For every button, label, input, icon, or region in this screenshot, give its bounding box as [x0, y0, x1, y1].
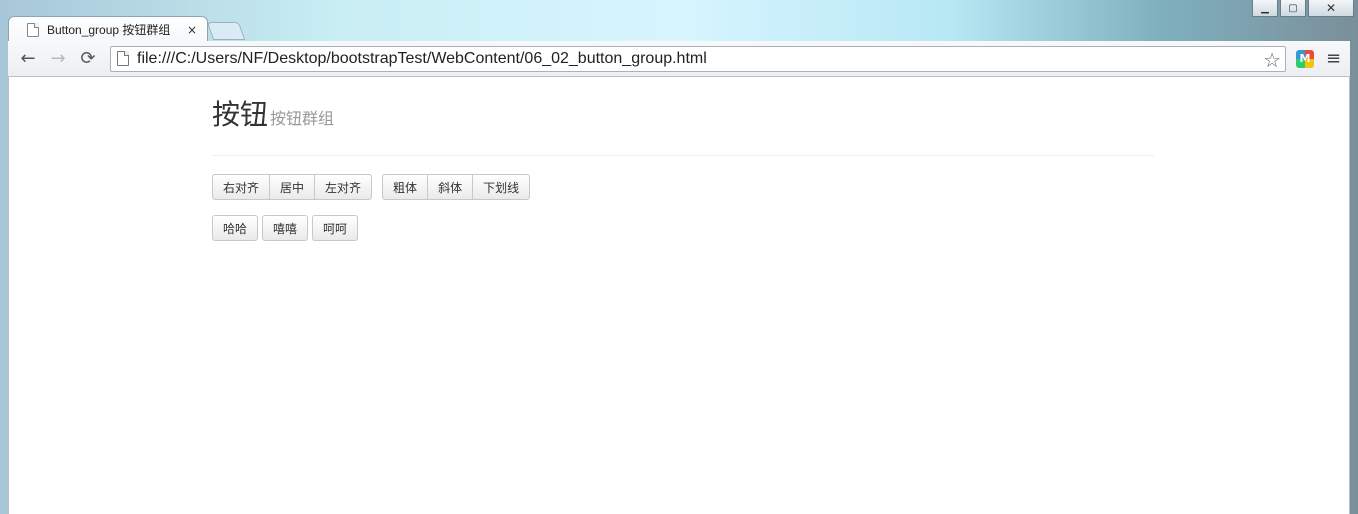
back-button[interactable]: ←: [16, 47, 40, 71]
single-buttons-row: 哈哈 嘻嘻 呵呵: [212, 215, 1154, 241]
document-icon: [27, 22, 39, 37]
browser-toolbar: ← → ⟳ file:///C:/Users/NF/Desktop/bootst…: [8, 41, 1350, 77]
forward-button[interactable]: →: [46, 47, 70, 71]
star-icon[interactable]: ☆: [1263, 48, 1281, 72]
url-text[interactable]: file:///C:/Users/NF/Desktop/bootstrapTes…: [137, 50, 707, 68]
tab-button-group[interactable]: Button_group 按钮群组 ×: [8, 16, 208, 42]
button-toolbar: 右对齐 居中 左对齐 粗体 斜体 下划线: [212, 174, 1154, 200]
window-controls: ▁ ▢ ✕: [1252, 0, 1354, 17]
reload-button[interactable]: ⟳: [76, 47, 100, 71]
xixi-button[interactable]: 嘻嘻: [262, 215, 309, 241]
text-style-button-group: 粗体 斜体 下划线: [382, 174, 531, 200]
page-title: 按钮: [212, 98, 269, 131]
tab-title: Button_group 按钮群组: [47, 23, 171, 37]
page-subtitle: 按钮群组: [270, 109, 335, 128]
new-tab-button[interactable]: [206, 22, 246, 40]
page-icon: [117, 51, 129, 66]
hehe-button[interactable]: 呵呵: [312, 215, 359, 241]
page-header: 按钮 按钮群组: [212, 93, 1154, 156]
italic-button[interactable]: 斜体: [427, 174, 474, 200]
haha-button[interactable]: 哈哈: [212, 215, 259, 241]
maximize-button[interactable]: ▢: [1280, 0, 1306, 17]
align-left-button[interactable]: 左对齐: [314, 174, 373, 200]
bold-button[interactable]: 粗体: [382, 174, 429, 200]
underline-button[interactable]: 下划线: [472, 174, 531, 200]
alignment-button-group: 右对齐 居中 左对齐: [212, 174, 373, 200]
container: 按钮 按钮群组 右对齐 居中 左对齐 粗体 斜体 下划线 哈哈 嘻嘻 呵呵: [212, 77, 1154, 241]
tab-strip: Button_group 按钮群组 ×: [8, 15, 246, 42]
align-center-button[interactable]: 居中: [269, 174, 316, 200]
close-window-button[interactable]: ✕: [1308, 0, 1354, 17]
minimize-button[interactable]: ▁: [1252, 0, 1278, 17]
align-right-button[interactable]: 右对齐: [212, 174, 271, 200]
menu-icon[interactable]: ≡: [1326, 48, 1341, 69]
close-icon[interactable]: ×: [187, 23, 197, 37]
title-bar: Button_group 按钮群组 × ▁ ▢ ✕: [0, 0, 1358, 42]
page-content: 按钮 按钮群组 右对齐 居中 左对齐 粗体 斜体 下划线 哈哈 嘻嘻 呵呵: [8, 77, 1350, 514]
address-bar[interactable]: file:///C:/Users/NF/Desktop/bootstrapTes…: [110, 45, 1286, 72]
browser-window: Button_group 按钮群组 × ▁ ▢ ✕ ← → ⟳ file:///…: [0, 0, 1358, 514]
extension-icon[interactable]: M: [1296, 49, 1314, 68]
